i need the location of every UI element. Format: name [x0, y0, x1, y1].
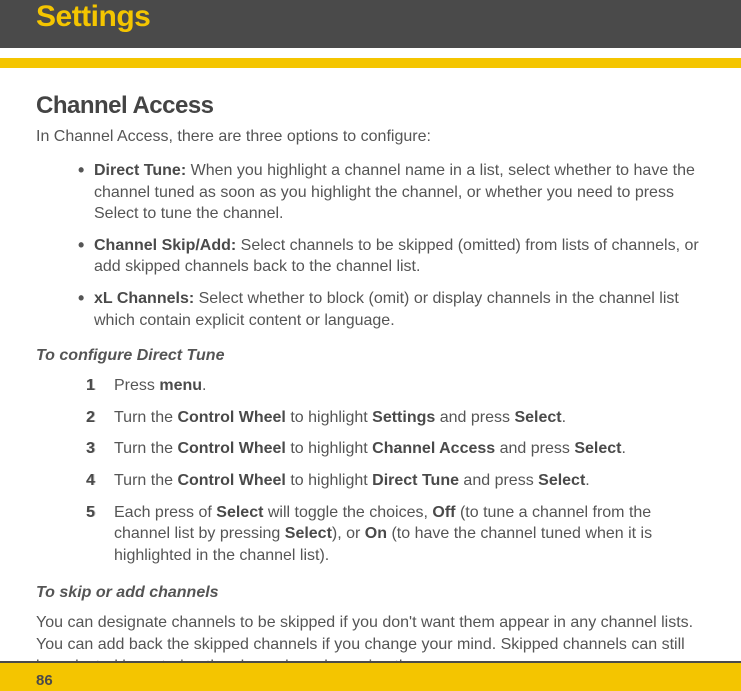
step-number: 5: [86, 502, 114, 567]
step-item: 3Turn the Control Wheel to highlight Cha…: [86, 438, 705, 460]
bullet-dot: •: [78, 288, 94, 331]
main-content: Channel Access In Channel Access, there …: [0, 68, 741, 677]
step-text: Turn the Control Wheel to highlight Sett…: [114, 407, 705, 429]
bullet-item: • Channel Skip/Add: Select channels to b…: [78, 235, 705, 278]
step-text: Turn the Control Wheel to highlight Chan…: [114, 438, 705, 460]
step-item: 4Turn the Control Wheel to highlight Dir…: [86, 470, 705, 492]
step-number: 1: [86, 375, 114, 397]
step-item: 5Each press of Select will toggle the ch…: [86, 502, 705, 567]
step-item: 2Turn the Control Wheel to highlight Set…: [86, 407, 705, 429]
step-number: 2: [86, 407, 114, 429]
bullet-item: • Direct Tune: When you highlight a chan…: [78, 160, 705, 225]
bullet-text: xL Channels: Select whether to block (om…: [94, 288, 705, 331]
intro-text: In Channel Access, there are three optio…: [36, 128, 705, 146]
bullet-dot: •: [78, 160, 94, 225]
page-number: 86: [36, 672, 53, 691]
page-title: Settings: [36, 0, 705, 34]
step-text: Turn the Control Wheel to highlight Dire…: [114, 470, 705, 492]
section-heading: Channel Access: [36, 92, 705, 120]
step-text: Each press of Select will toggle the cho…: [114, 502, 705, 567]
bullet-list: • Direct Tune: When you highlight a chan…: [78, 160, 705, 331]
procedure-heading: To configure Direct Tune: [36, 347, 705, 365]
step-item: 1Press menu.: [86, 375, 705, 397]
step-text: Press menu.: [114, 375, 705, 397]
accent-strip: [0, 58, 741, 68]
step-number: 3: [86, 438, 114, 460]
header-band: Settings: [0, 0, 741, 48]
procedure-heading: To skip or add channels: [36, 584, 705, 602]
footer-band: 86: [0, 661, 741, 691]
bullet-item: • xL Channels: Select whether to block (…: [78, 288, 705, 331]
bullet-dot: •: [78, 235, 94, 278]
bullet-text: Direct Tune: When you highlight a channe…: [94, 160, 705, 225]
bullet-text: Channel Skip/Add: Select channels to be …: [94, 235, 705, 278]
step-number: 4: [86, 470, 114, 492]
steps-list: 1Press menu.2Turn the Control Wheel to h…: [86, 375, 705, 566]
